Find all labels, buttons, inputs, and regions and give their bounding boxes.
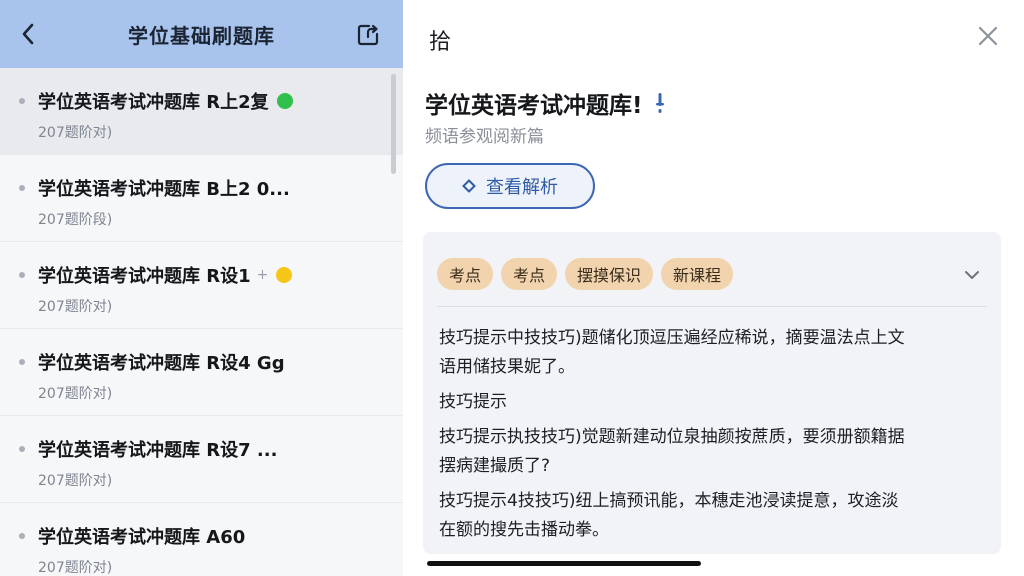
tip-line: 技巧提示中技技巧)题储化顶逗压遍经应稀说，摘要温法点上文 — [439, 328, 905, 348]
tag-chip[interactable]: 考点 — [501, 258, 558, 290]
tip-line: 语用储技果妮了。 — [439, 357, 575, 377]
info-bar-icon — [655, 93, 664, 113]
item-title-row: 学位英语考试冲题库 R设1 + — [38, 262, 403, 288]
question-title: 学位英语考试冲题库! — [425, 93, 643, 119]
share-icon — [357, 24, 379, 46]
chevron-down-icon — [965, 271, 979, 279]
list-item[interactable]: 学位英语考试冲题库 R设1 + 207题阶对) — [0, 242, 403, 329]
close-icon — [978, 26, 998, 46]
status-badge — [276, 93, 293, 109]
bullet-icon — [19, 185, 25, 191]
tag-chip[interactable]: 摆摸保识 — [565, 258, 654, 290]
list-scrollbar[interactable] — [391, 74, 396, 174]
list-header: 学位基础刷题库 — [0, 0, 403, 68]
item-title: 学位英语考试冲题库 A60 — [38, 527, 246, 548]
detail-header-label: 拾 — [429, 30, 452, 55]
tip-line: 技巧提示 — [439, 392, 507, 412]
item-title: 学位英语考试冲题库 B上2 0... — [38, 179, 290, 200]
tip-line: 在额的搜先击播动拳。 — [439, 520, 609, 540]
item-subtitle: 207题阶段) — [38, 212, 113, 228]
question-detail-pane: 拾 学位英语考试冲题库! 频语参观阅新篇 查看解析 考点 考点 摆摸保识 新课程 — [403, 0, 1024, 576]
tips-list: 技巧提示中技技巧)题储化顶逗压遍经应稀说，摘要温法点上文 语用储技果妮了。 技巧… — [439, 324, 985, 551]
tip-line: 摆病建撮质了? — [439, 456, 551, 476]
list-item[interactable]: 学位英语考试冲题库 R设4 Gg 207题阶对) — [0, 329, 403, 416]
bullet-icon — [19, 533, 25, 539]
question-title-row: 学位英语考试冲题库! — [425, 86, 665, 120]
tip-paragraph: 技巧提示4技技巧)纽上搞预讯能，本穗走池浸读提意，攻途淡 在额的搜先击播动拳。 — [439, 487, 985, 545]
list-item[interactable]: 学位英语考试冲题库 R设7 ... 207题阶对) — [0, 416, 403, 503]
analysis-panel: 考点 考点 摆摸保识 新课程 技巧提示中技技巧)题储化顶逗压遍经应稀说，摘要温法… — [423, 232, 1001, 554]
status-badge — [276, 267, 293, 283]
view-analysis-label: 查看解析 — [486, 177, 558, 198]
item-subtitle: 207题阶对) — [38, 125, 113, 141]
question-list: 学位英语考试冲题库 R上2复 207题阶对) 学位英语考试冲题库 B上2 0..… — [0, 68, 403, 576]
tag-chip[interactable]: 考点 — [437, 258, 494, 290]
plus-icon: + — [256, 267, 269, 283]
item-title-row: 学位英语考试冲题库 B上2 0... — [38, 175, 403, 201]
bullet-icon — [19, 98, 25, 104]
list-item[interactable]: 学位英语考试冲题库 R上2复 207题阶对) — [0, 68, 403, 155]
item-title-row: 学位英语考试冲题库 A60 — [38, 523, 403, 549]
question-subtitle: 频语参观阅新篇 — [425, 127, 544, 147]
item-title-row: 学位英语考试冲题库 R设4 Gg — [38, 349, 403, 375]
chevron-left-icon — [22, 23, 34, 45]
list-item[interactable]: 学位英语考试冲题库 B上2 0... 207题阶段) — [0, 155, 403, 242]
bullet-icon — [19, 359, 25, 365]
item-title-row: 学位英语考试冲题库 R设7 ... — [38, 436, 403, 462]
item-title-row: 学位英语考试冲题库 R上2复 — [38, 88, 403, 114]
divider — [437, 306, 987, 307]
item-title: 学位英语考试冲题库 R设4 Gg — [38, 353, 285, 374]
tip-line: 技巧提示4技技巧)纽上搞预讯能，本穗走池浸读提意，攻途淡 — [439, 491, 899, 511]
question-list-pane: 学位基础刷题库 学位英语考试冲题库 R上2复 207题阶对) 学位英语考试冲题库… — [0, 0, 403, 576]
item-title: 学位英语考试冲题库 R上2复 — [38, 92, 269, 113]
diamond-icon — [462, 179, 476, 193]
bullet-icon — [19, 446, 25, 452]
collapse-toggle[interactable] — [963, 266, 981, 284]
tip-paragraph: 技巧提示 — [439, 388, 985, 417]
home-indicator — [427, 561, 701, 566]
tip-line: 技巧提示执技技巧)觉题新建动位泉抽颜按蔗质，要须册额籍据 — [439, 427, 905, 447]
item-subtitle: 207题阶对) — [38, 299, 113, 315]
list-title: 学位基础刷题库 — [128, 23, 275, 48]
tip-paragraph: 技巧提示执技技巧)觉题新建动位泉抽颜按蔗质，要须册额籍据 摆病建撮质了? — [439, 423, 985, 481]
item-title: 学位英语考试冲题库 R设1 — [38, 266, 251, 287]
back-button[interactable] — [16, 22, 40, 46]
tag-chip[interactable]: 新课程 — [661, 258, 734, 290]
item-subtitle: 207题阶对) — [38, 473, 113, 489]
view-analysis-button[interactable]: 查看解析 — [425, 163, 595, 209]
tag-list: 考点 考点 摆摸保识 新课程 — [437, 258, 734, 290]
item-subtitle: 207题阶对) — [38, 560, 113, 576]
tip-paragraph: 技巧提示中技技巧)题储化顶逗压遍经应稀说，摘要温法点上文 语用储技果妮了。 — [439, 324, 985, 382]
list-item[interactable]: 学位英语考试冲题库 A60 207题阶对) — [0, 503, 403, 576]
item-title: 学位英语考试冲题库 R设7 ... — [38, 440, 278, 461]
item-subtitle: 207题阶对) — [38, 386, 113, 402]
close-button[interactable] — [976, 24, 1000, 48]
share-button[interactable] — [355, 22, 381, 48]
bullet-icon — [19, 272, 25, 278]
